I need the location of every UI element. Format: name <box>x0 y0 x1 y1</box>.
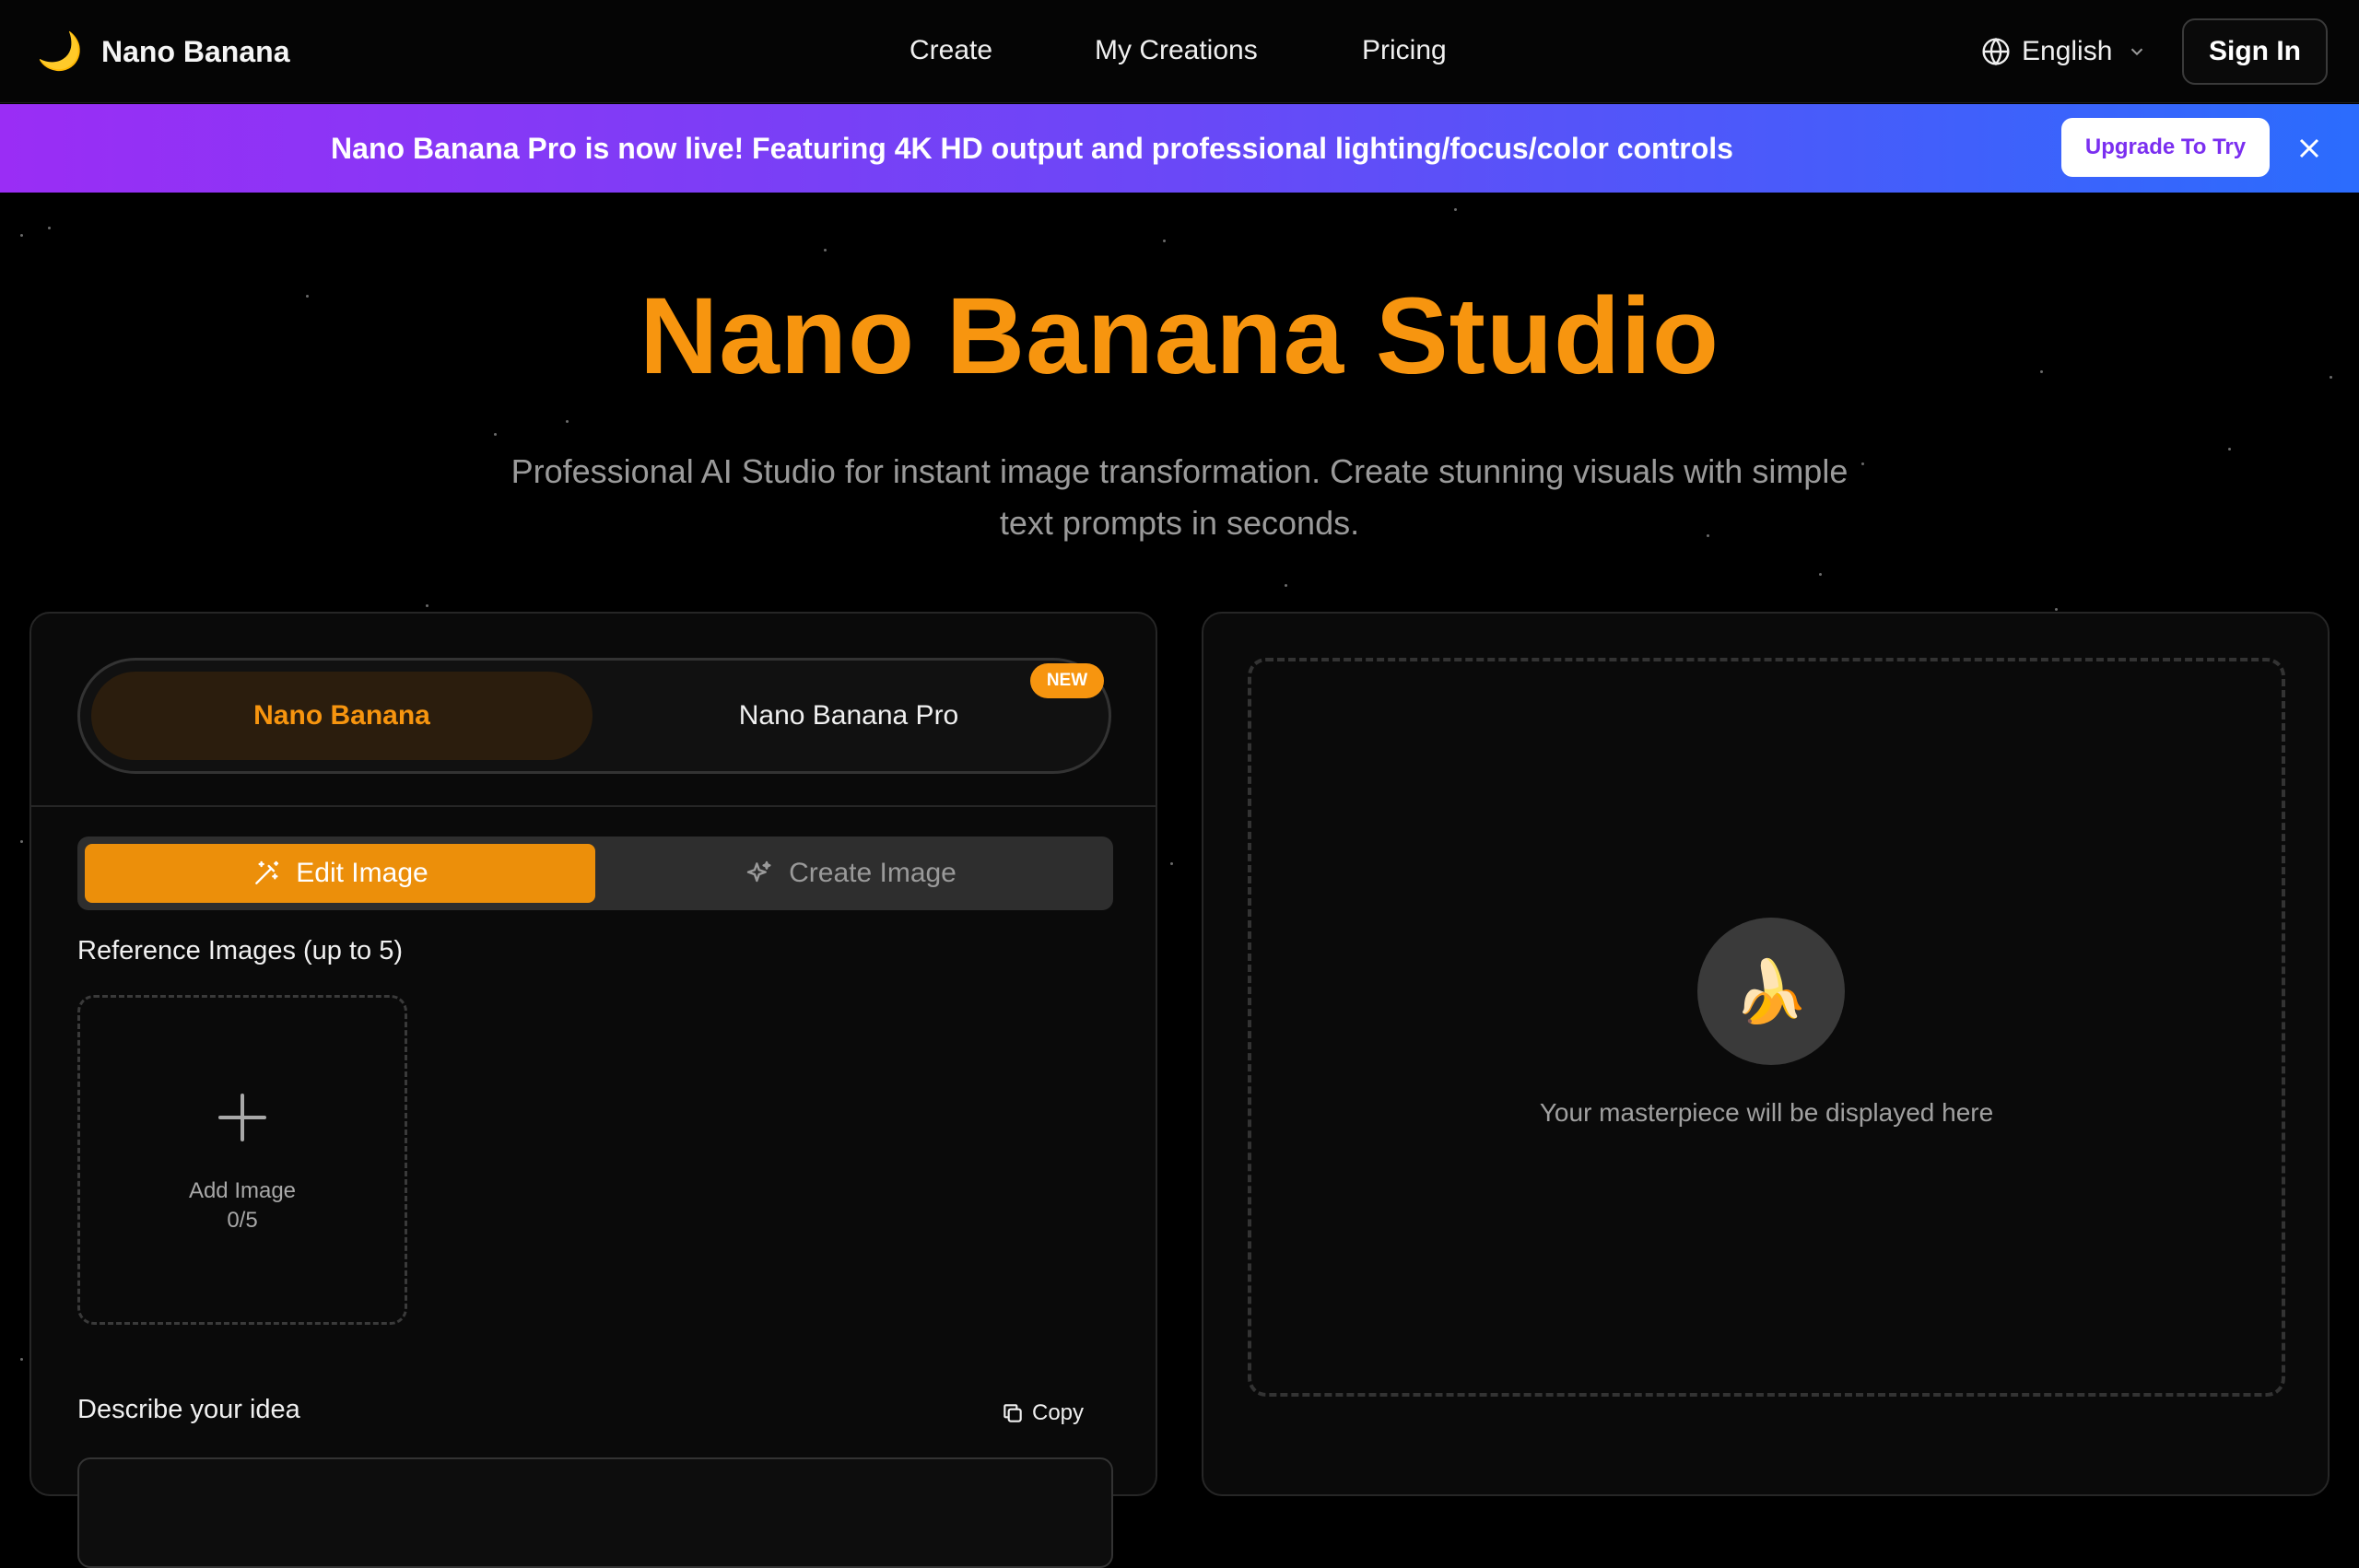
nav-pricing[interactable]: Pricing <box>1362 28 1447 74</box>
chevron-down-icon <box>2131 48 2143 56</box>
copy-icon <box>1003 1404 1022 1422</box>
model-option-nano-banana-pro[interactable]: Nano Banana Pro <box>596 672 1101 760</box>
prompt-textarea[interactable] <box>77 1457 1113 1568</box>
model-switcher: Nano Banana Nano Banana Pro <box>77 658 1111 774</box>
output-panel: 🍌 Your masterpiece will be displayed her… <box>1202 612 2330 1496</box>
output-placeholder-text: Your masterpiece will be displayed here <box>1539 1098 1994 1127</box>
banner-text-wrap: Nano Banana Pro is now live! Featuring 4… <box>0 104 2359 193</box>
brand-name: Nano Banana <box>101 34 290 68</box>
new-badge: NEW <box>1030 663 1104 698</box>
globe-icon <box>1982 37 2010 66</box>
add-image-count: 0/5 <box>227 1208 258 1233</box>
output-preview-area: 🍌 Your masterpiece will be displayed her… <box>1248 658 2285 1397</box>
reference-images-label: Reference Images (up to 5) <box>77 936 404 965</box>
banner-message: Nano Banana Pro is now live! Featuring 4… <box>331 132 1733 165</box>
add-image-text: Add Image 0/5 <box>80 1176 405 1235</box>
describe-idea-label: Describe your idea <box>77 1395 300 1424</box>
plus-icon <box>218 1094 266 1141</box>
model-option-nano-banana[interactable]: Nano Banana <box>91 672 593 760</box>
sparkles-icon <box>746 860 771 883</box>
top-navigation-bar: 🌙 Nano Banana Create My Creations Pricin… <box>0 0 2359 103</box>
tab-create-image-label: Create Image <box>789 858 957 888</box>
tab-create-image[interactable]: Create Image <box>595 844 1106 903</box>
tab-edit-image[interactable]: Edit Image <box>85 844 595 903</box>
add-image-label: Add Image <box>188 1178 297 1203</box>
copy-button[interactable]: Copy <box>1001 1395 1084 1432</box>
nav-my-creations[interactable]: My Creations <box>1095 28 1258 74</box>
brand-logo-link[interactable]: 🌙 Nano Banana <box>37 26 289 77</box>
nav-create[interactable]: Create <box>910 28 992 74</box>
magic-wand-icon <box>255 860 279 884</box>
close-icon[interactable] <box>2293 132 2326 165</box>
editor-panel: Nano Banana Nano Banana Pro NEW Edit Ima… <box>29 612 1157 1568</box>
moon-icon: 🌙 <box>37 31 83 72</box>
page-subtitle: Professional AI Studio for instant image… <box>511 452 1848 542</box>
language-label: English <box>2022 36 2113 66</box>
panel-divider <box>31 805 1156 807</box>
sign-in-button[interactable]: Sign In <box>2182 18 2328 85</box>
announcement-banner: Nano Banana Pro is now live! Featuring 4… <box>0 104 2359 193</box>
language-selector[interactable]: English <box>1981 26 2158 77</box>
upgrade-to-try-button[interactable]: Upgrade To Try <box>2061 118 2270 177</box>
add-image-dropzone[interactable]: Add Image 0/5 <box>77 995 407 1325</box>
mode-tabs: Edit Image Create Image <box>77 837 1113 910</box>
tab-edit-image-label: Edit Image <box>296 858 428 888</box>
copy-button-label: Copy <box>1032 1400 1085 1425</box>
banana-icon: 🍌 <box>1697 918 1845 1065</box>
page-title: Nano Banana Studio <box>640 275 1719 397</box>
